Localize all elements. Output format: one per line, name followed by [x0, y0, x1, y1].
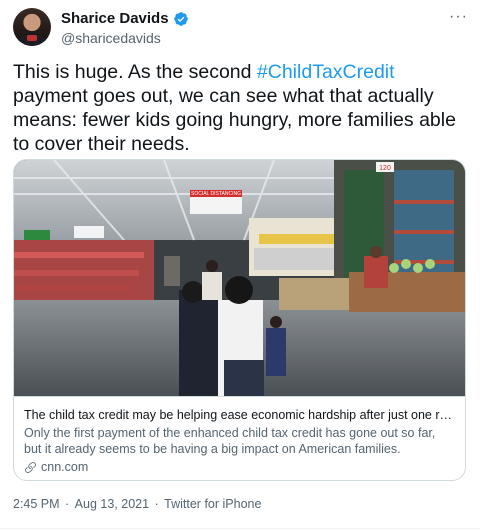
avatar[interactable] — [13, 8, 51, 46]
tweet-date[interactable]: Aug 13, 2021 — [75, 497, 149, 511]
tweet-text-before: This is huge. As the second — [13, 61, 257, 83]
tweet-source[interactable]: Twitter for iPhone — [164, 497, 261, 511]
aisle-number-text: 120 — [379, 165, 391, 172]
avatar-accent — [27, 35, 37, 41]
card-body[interactable]: The child tax credit may be helping ease… — [14, 396, 465, 480]
card-image: SOCIAL DISTANCING 120 — [14, 160, 465, 396]
author-display-name[interactable]: Sharice Davids — [61, 10, 169, 27]
link-icon — [25, 461, 36, 473]
more-options-icon[interactable]: ··· — [449, 8, 468, 26]
tweet-meta: 2:45 PM · Aug 13, 2021 · Twitter for iPh… — [13, 497, 261, 511]
tweet-text-after: payment goes out, we can see what that a… — [13, 85, 456, 155]
tweet-time[interactable]: 2:45 PM — [13, 497, 60, 511]
link-card[interactable]: SOCIAL DISTANCING 120 The child tax cred… — [13, 159, 466, 481]
tweet-text: This is huge. As the second #ChildTaxCre… — [13, 60, 468, 156]
card-domain-row[interactable]: cnn.com — [24, 459, 88, 475]
card-description: Only the first payment of the enhanced c… — [24, 426, 436, 456]
author-name-row[interactable]: Sharice Davids — [61, 10, 189, 27]
author-handle[interactable]: @sharicedavids — [61, 30, 161, 46]
hashtag-link[interactable]: #ChildTaxCredit — [257, 61, 395, 83]
card-domain[interactable]: cnn.com — [41, 459, 88, 475]
image-sign-text: SOCIAL DISTANCING — [191, 191, 241, 197]
meta-separator: · — [151, 497, 163, 511]
card-title[interactable]: The child tax credit may be helping ease… — [24, 407, 456, 423]
meta-separator: · — [61, 497, 73, 511]
divider — [0, 528, 480, 529]
verified-badge-icon — [173, 11, 188, 26]
tweet-header: Sharice Davids @sharicedavids ··· — [13, 8, 470, 52]
